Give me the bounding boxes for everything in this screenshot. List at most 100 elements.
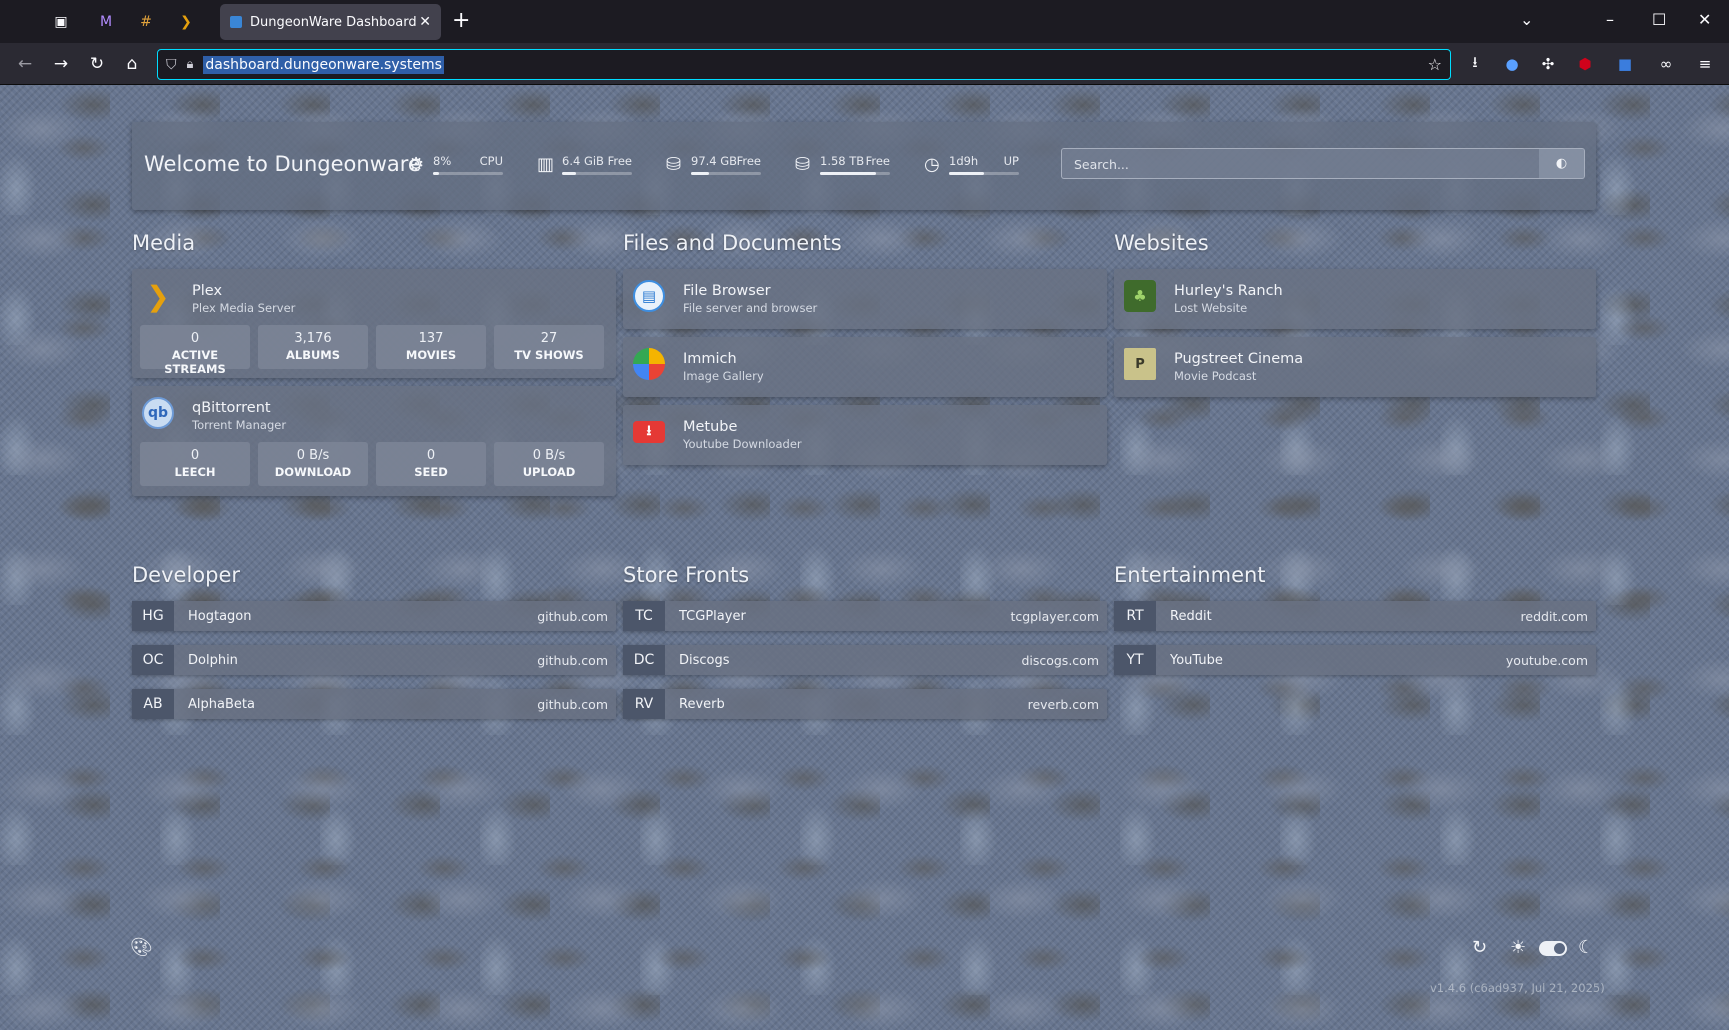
bookmark-alphabeta[interactable]: AB AlphaBeta github.com bbox=[132, 689, 616, 719]
list-tabs-icon[interactable]: ⌄ bbox=[1520, 10, 1533, 29]
bookmark-dolphin[interactable]: OC Dolphin github.com bbox=[132, 645, 616, 675]
bookmark-name: Reddit bbox=[1170, 609, 1212, 624]
theme-toggle[interactable] bbox=[1539, 941, 1567, 956]
bookmark-abbr: AB bbox=[132, 689, 174, 719]
disk-icon: ⛁ bbox=[795, 154, 811, 175]
tab-overview-icon[interactable]: ▣ bbox=[49, 10, 73, 34]
bitwarden-icon[interactable]: ■ bbox=[1615, 54, 1635, 74]
section-title-websites: Websites bbox=[1114, 231, 1209, 255]
service-card-plex[interactable]: ❯ Plex Plex Media Server 0 ACTIVE STREAMS… bbox=[132, 269, 616, 378]
service-card-pugstreet-cinema[interactable]: P Pugstreet Cinema Movie Podcast bbox=[1114, 337, 1596, 397]
stat-label: ALBUMS bbox=[285, 348, 341, 362]
version-label: v1.4.6 (c6ad937, Jul 21, 2025) bbox=[1430, 981, 1605, 995]
forward-icon[interactable]: → bbox=[49, 52, 73, 76]
container-icon[interactable]: ∞ bbox=[1656, 54, 1676, 74]
tracking-shield-icon[interactable]: ⛉ bbox=[166, 57, 177, 73]
bookmark-domain: youtube.com bbox=[1505, 653, 1588, 668]
pinned-tab-mail-icon[interactable]: M bbox=[94, 10, 118, 34]
pinned-tab-slack-icon[interactable]: # bbox=[134, 10, 158, 34]
new-tab-button[interactable]: + bbox=[452, 8, 470, 33]
widget-stat: 27 TV SHOWS bbox=[494, 325, 604, 369]
disk2-bar bbox=[820, 172, 890, 175]
extension-globe-icon[interactable]: ● bbox=[1502, 54, 1522, 74]
uptime-bar bbox=[949, 172, 1019, 175]
back-icon[interactable]: ← bbox=[13, 52, 37, 76]
uptime-value: 1d9h bbox=[949, 154, 979, 168]
moon-icon[interactable]: ☾ bbox=[1578, 937, 1594, 958]
search-input[interactable]: Search... ◐ bbox=[1061, 148, 1585, 179]
bookmark-youtube[interactable]: YT YouTube youtube.com bbox=[1114, 645, 1596, 675]
stat-label: UPLOAD bbox=[522, 465, 576, 479]
section-title-entertainment: Entertainment bbox=[1114, 563, 1266, 587]
bookmark-abbr: TC bbox=[623, 601, 665, 631]
disk1-stat: ⛁ 97.4 GB Free bbox=[666, 150, 761, 180]
widget-stat: 0 B/s DOWNLOAD bbox=[258, 442, 368, 486]
bookmark-domain: tcgplayer.com bbox=[1010, 609, 1099, 624]
service-card-file-browser[interactable]: ▤ File Browser File server and browser bbox=[623, 269, 1107, 329]
url-bar[interactable]: ⛉ 🔒︎ dashboard.dungeonware.systems ☆ bbox=[157, 49, 1451, 80]
lock-icon[interactable]: 🔒︎ bbox=[187, 57, 194, 72]
ublock-icon[interactable]: ⬢ bbox=[1575, 54, 1595, 74]
bookmark-reddit[interactable]: RT Reddit reddit.com bbox=[1114, 601, 1596, 631]
bookmark-reverb[interactable]: RV Reverb reverb.com bbox=[623, 689, 1107, 719]
service-card-hurleys-ranch[interactable]: ♣ Hurley's Ranch Lost Website bbox=[1114, 269, 1596, 329]
service-description: File server and browser bbox=[683, 301, 818, 315]
cpu-bar-fill bbox=[433, 172, 439, 175]
url-text[interactable]: dashboard.dungeonware.systems bbox=[203, 55, 444, 74]
close-window-icon[interactable]: ✕ bbox=[1698, 10, 1711, 29]
sun-icon[interactable]: ☀ bbox=[1510, 937, 1526, 958]
home-icon[interactable]: ⌂ bbox=[120, 52, 144, 76]
widget-stat: 0 LEECH bbox=[140, 442, 250, 486]
stat-value: 0 B/s bbox=[532, 448, 566, 463]
extensions-puzzle-icon[interactable]: ✣ bbox=[1538, 54, 1558, 74]
color-palette-icon[interactable]: 🎨︎ bbox=[130, 937, 153, 958]
hurleys-ranch-icon: ♣ bbox=[1124, 280, 1156, 312]
disk1-bar bbox=[691, 172, 761, 175]
maximize-icon[interactable]: ☐ bbox=[1652, 10, 1666, 29]
pugstreet-cinema-icon: P bbox=[1124, 348, 1156, 380]
plex-icon: ❯ bbox=[146, 279, 170, 313]
metube-icon: ⭳ bbox=[633, 421, 665, 443]
bookmark-name: Dolphin bbox=[188, 653, 238, 668]
service-card-metube[interactable]: ⭳ Metube Youtube Downloader bbox=[623, 405, 1107, 465]
bookmark-star-icon[interactable]: ☆ bbox=[1428, 55, 1442, 74]
service-card-immich[interactable]: Immich Image Gallery bbox=[623, 337, 1107, 397]
reload-icon[interactable]: ↻ bbox=[85, 52, 109, 76]
disk2-bar-fill bbox=[820, 172, 876, 175]
search-engine-button[interactable]: ◐ bbox=[1539, 149, 1584, 178]
bookmark-hogtagon[interactable]: HG Hogtagon github.com bbox=[132, 601, 616, 631]
search-placeholder: Search... bbox=[1074, 157, 1129, 172]
pinned-tab-plex-icon[interactable]: ❯ bbox=[174, 10, 198, 34]
section-title-developer: Developer bbox=[132, 563, 241, 587]
disk-icon: ⛁ bbox=[666, 154, 682, 175]
service-name: File Browser bbox=[683, 283, 771, 299]
bookmark-domain: github.com bbox=[537, 609, 608, 624]
stat-value: 0 bbox=[190, 331, 200, 346]
service-card-qbittorrent[interactable]: qb qBittorrent Torrent Manager 0 LEECH 0 … bbox=[132, 386, 616, 496]
refresh-icon[interactable]: ↻ bbox=[1472, 937, 1487, 958]
stat-value: 0 B/s bbox=[296, 448, 330, 463]
tab-close-icon[interactable]: ✕ bbox=[419, 14, 431, 30]
bookmark-name: AlphaBeta bbox=[188, 697, 255, 712]
downloads-icon[interactable]: ⭳ bbox=[1465, 53, 1485, 74]
disk1-label: Free bbox=[736, 154, 761, 168]
widget-stat: 3,176 ALBUMS bbox=[258, 325, 368, 369]
cpu-bar bbox=[433, 172, 503, 175]
minimize-icon[interactable]: – bbox=[1606, 10, 1614, 29]
menu-icon[interactable]: ≡ bbox=[1695, 54, 1715, 74]
service-description: Image Gallery bbox=[683, 369, 764, 383]
stat-value: 137 bbox=[418, 331, 444, 346]
service-description: Plex Media Server bbox=[192, 301, 296, 315]
disk2-stat: ⛁ 1.58 TB Free bbox=[795, 150, 890, 180]
bookmark-abbr: YT bbox=[1114, 645, 1156, 675]
service-description: Movie Podcast bbox=[1174, 369, 1257, 383]
bookmark-name: YouTube bbox=[1170, 653, 1223, 668]
cpu-label: CPU bbox=[479, 154, 503, 168]
uptime-bar-fill bbox=[949, 172, 984, 175]
bookmark-tcgplayer[interactable]: TC TCGPlayer tcgplayer.com bbox=[623, 601, 1107, 631]
stat-value: 27 bbox=[540, 331, 558, 346]
bookmark-discogs[interactable]: DC Discogs discogs.com bbox=[623, 645, 1107, 675]
stat-label: DOWNLOAD bbox=[274, 465, 352, 479]
active-tab[interactable]: DungeonWare Dashboard ✕ bbox=[220, 4, 441, 40]
stat-label: LEECH bbox=[174, 465, 216, 479]
